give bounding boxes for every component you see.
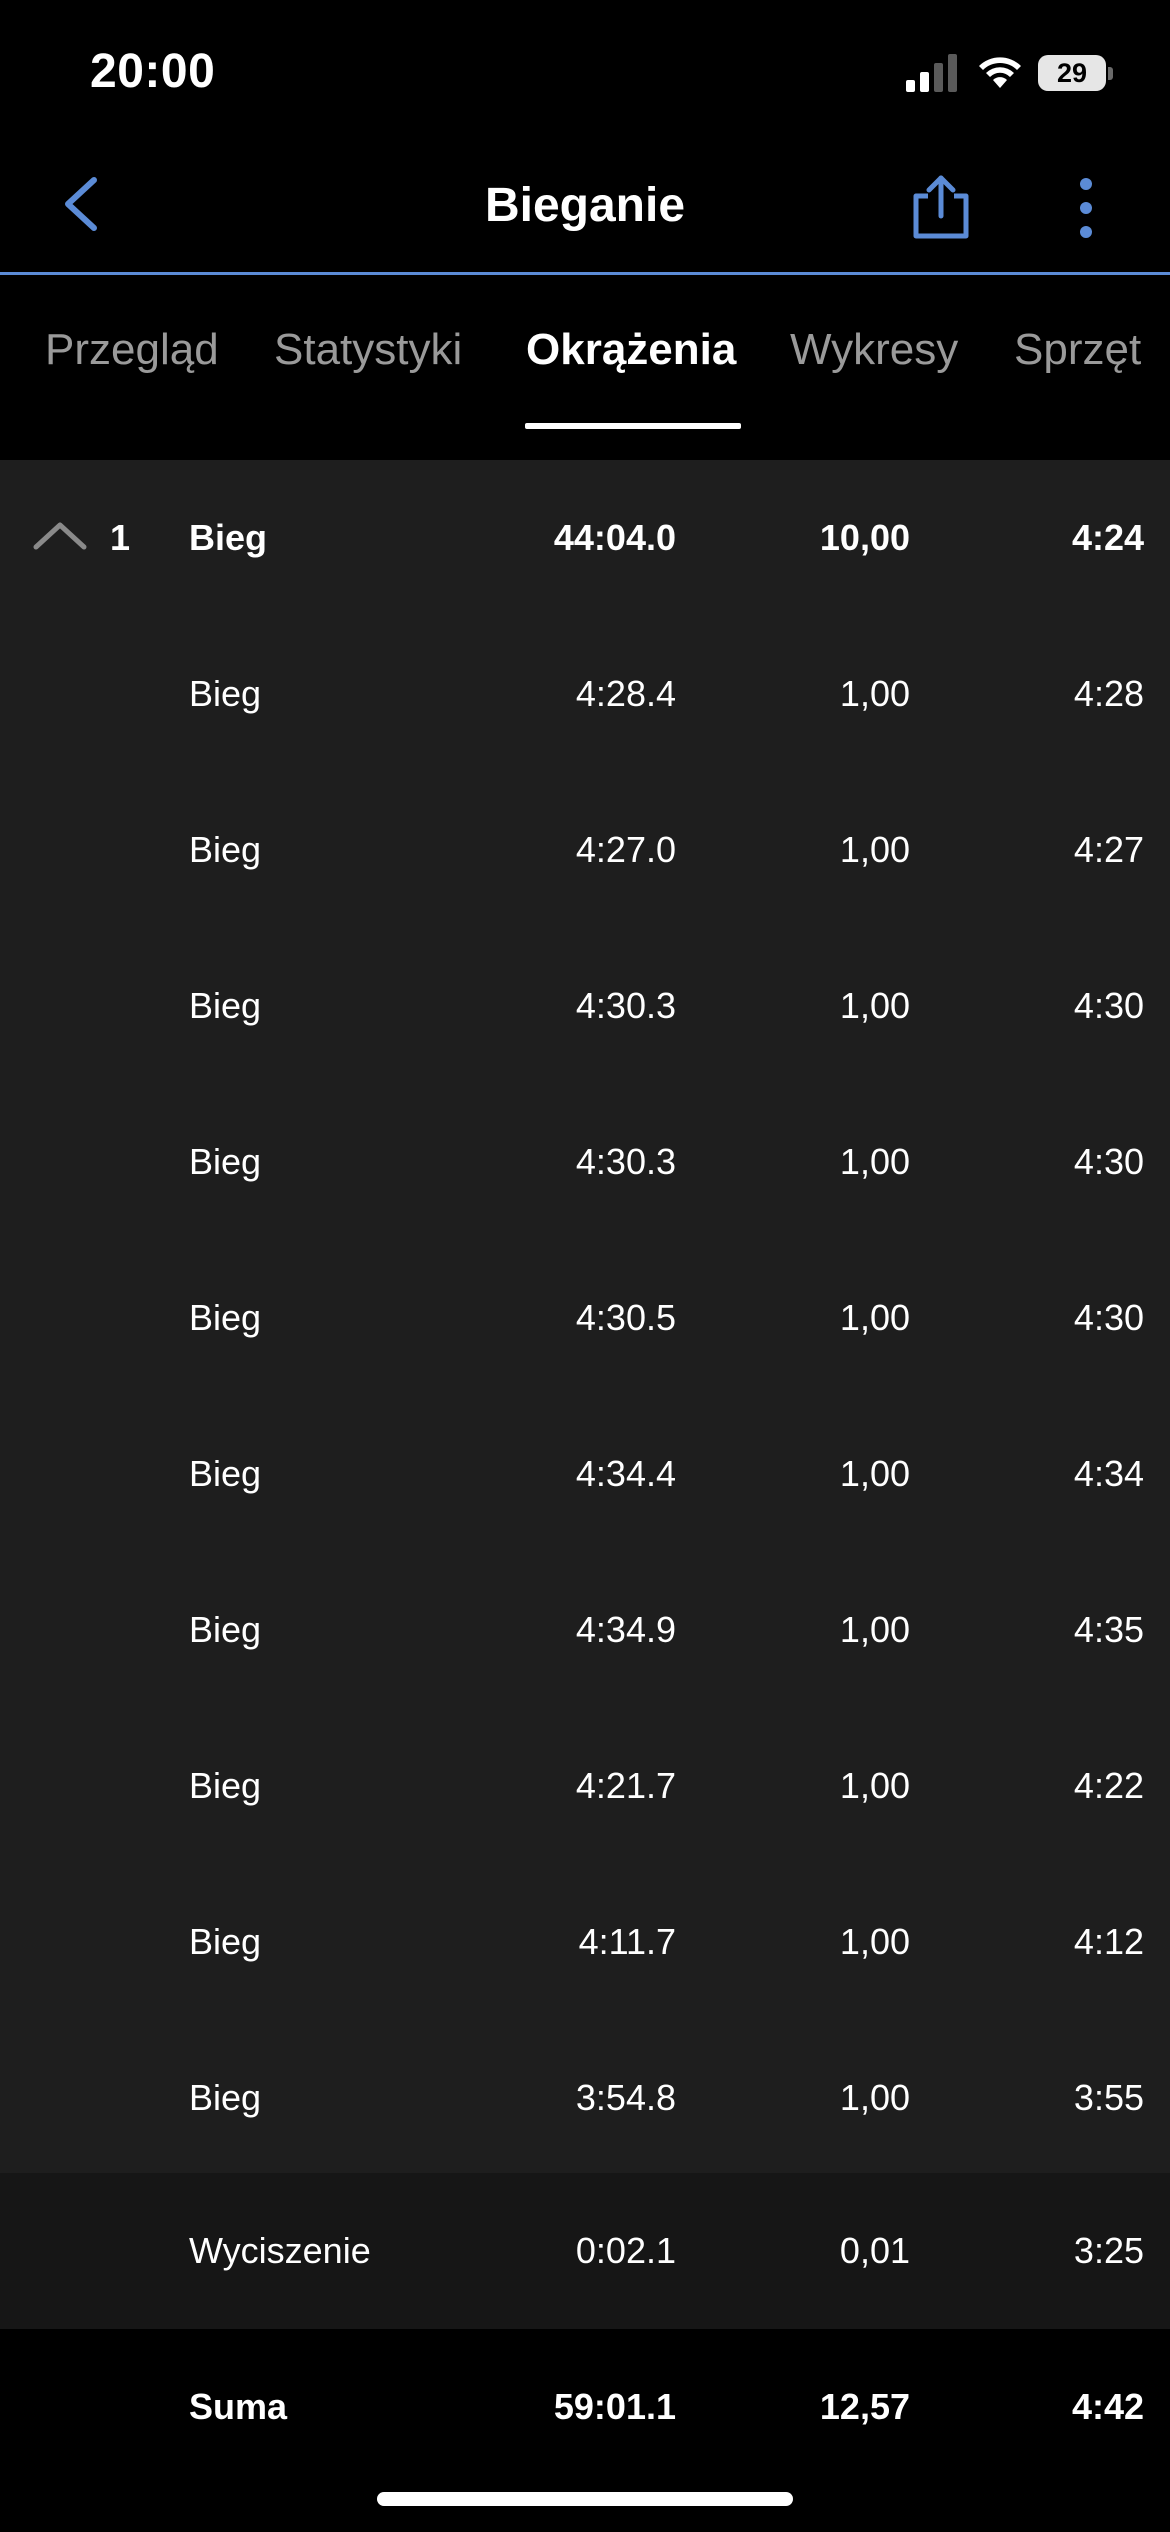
lap-time: 4:27.0	[575, 829, 676, 870]
lap-row[interactable]: Bieg 4:30.3 1,00 4:30	[0, 928, 1170, 1084]
status-bar: 20:00 29	[0, 0, 1170, 140]
lap-distance: 1,00	[839, 985, 910, 1026]
chevron-up-icon[interactable]	[30, 515, 90, 555]
lap-distance: 1,00	[839, 673, 910, 714]
header: Bieganie	[0, 140, 1170, 274]
lap-name: Bieg	[189, 1297, 262, 1338]
lap-pace: 4:22	[1073, 1765, 1144, 1806]
cooldown-time: 0:02.1	[575, 2230, 676, 2271]
more-options-icon[interactable]	[1060, 176, 1112, 240]
lap-name: Bieg	[189, 829, 262, 870]
tab-okrazenia[interactable]: Okrążenia	[526, 325, 736, 375]
lap-row[interactable]: Bieg 4:30.5 1,00 4:30	[0, 1240, 1170, 1396]
tab-statystyki[interactable]: Statystyki	[274, 325, 462, 375]
lap-name: Bieg	[189, 1765, 262, 1806]
lap-group-number: 1	[110, 517, 131, 558]
lap-row[interactable]: Bieg 4:27.0 1,00 4:27	[0, 772, 1170, 928]
cellular-signal-icon	[906, 54, 957, 92]
lap-distance: 1,00	[839, 2077, 910, 2118]
lap-name: Bieg	[189, 1921, 262, 1962]
active-tab-indicator	[525, 423, 741, 429]
tab-bar: Przegląd Statystyki Okrążenia Wykresy Sp…	[0, 275, 1170, 430]
lap-row[interactable]: Bieg 4:11.7 1,00 4:12	[0, 1864, 1170, 2020]
lap-row[interactable]: Bieg 4:34.4 1,00 4:34	[0, 1396, 1170, 1552]
lap-pace: 4:30	[1073, 985, 1144, 1026]
lap-name: Bieg	[189, 673, 262, 714]
lap-pace: 3:55	[1073, 2077, 1144, 2118]
lap-time: 4:34.9	[575, 1609, 676, 1650]
cooldown-name: Wyciszenie	[189, 2230, 371, 2271]
lap-distance: 1,00	[839, 829, 910, 870]
lap-row[interactable]: Bieg 4:34.9 1,00 4:35	[0, 1552, 1170, 1708]
lap-name: Bieg	[189, 1609, 262, 1650]
cooldown-distance: 0,01	[839, 2230, 910, 2271]
lap-pace: 4:12	[1073, 1921, 1144, 1962]
page-title: Bieganie	[484, 179, 686, 232]
cooldown-pace: 3:25	[1073, 2230, 1144, 2271]
cooldown-row[interactable]: Wyciszenie 0:02.1 0,01 3:25	[0, 2173, 1170, 2329]
lap-name: Bieg	[189, 1453, 262, 1494]
lap-pace: 4:30	[1073, 1297, 1144, 1338]
lap-distance: 1,00	[839, 1453, 910, 1494]
lap-time: 4:11.7	[578, 1921, 676, 1962]
wifi-icon	[979, 57, 1021, 88]
total-distance: 12,57	[819, 2386, 910, 2427]
lap-pace: 4:28	[1073, 673, 1144, 714]
lap-pace: 4:35	[1073, 1609, 1144, 1650]
lap-pace: 4:34	[1073, 1453, 1144, 1494]
lap-name: Bieg	[189, 2077, 262, 2118]
lap-group-distance: 10,00	[819, 517, 910, 558]
share-icon[interactable]	[906, 172, 976, 242]
lap-name: Bieg	[189, 1141, 262, 1182]
lap-time: 4:30.3	[575, 985, 676, 1026]
tab-przeglad[interactable]: Przegląd	[45, 325, 219, 375]
lap-distance: 1,00	[839, 1921, 910, 1962]
lap-row[interactable]: Bieg 3:54.8 1,00 3:55	[0, 2020, 1170, 2176]
lap-row[interactable]: Bieg 4:28.4 1,00 4:28	[0, 616, 1170, 772]
total-time: 59:01.1	[553, 2386, 676, 2427]
lap-name: Bieg	[189, 985, 262, 1026]
tab-sprzet[interactable]: Sprzęt	[1014, 325, 1141, 375]
lap-distance: 1,00	[839, 1141, 910, 1182]
battery-icon: 29	[1038, 55, 1113, 91]
lap-pace: 4:30	[1073, 1141, 1144, 1182]
total-pace: 4:42	[1071, 2386, 1144, 2427]
home-indicator[interactable]	[377, 2492, 793, 2506]
lap-distance: 1,00	[839, 1297, 910, 1338]
status-time: 20:00	[90, 45, 216, 98]
lap-distance: 1,00	[839, 1765, 910, 1806]
lap-time: 4:30.3	[575, 1141, 676, 1182]
lap-time: 4:34.4	[575, 1453, 676, 1494]
lap-group-time: 44:04.0	[553, 517, 676, 558]
total-label: Suma	[189, 2386, 288, 2427]
battery-level: 29	[1056, 57, 1088, 88]
lap-group-name: Bieg	[189, 517, 268, 558]
lap-pace: 4:27	[1073, 829, 1144, 870]
lap-row[interactable]: Bieg 4:30.3 1,00 4:30	[0, 1084, 1170, 1240]
lap-time: 4:30.5	[575, 1297, 676, 1338]
lap-time: 4:28.4	[575, 673, 676, 714]
laps-list: 1 Bieg 44:04.0 10,00 4:24 Bieg 4:28.4 1,…	[0, 460, 1170, 2173]
total-row: Suma 59:01.1 12,57 4:42	[0, 2329, 1170, 2485]
lap-group-row[interactable]: 1 Bieg 44:04.0 10,00 4:24	[0, 460, 1170, 616]
lap-distance: 1,00	[839, 1609, 910, 1650]
lap-time: 4:21.7	[575, 1765, 676, 1806]
lap-row[interactable]: Bieg 4:21.7 1,00 4:22	[0, 1708, 1170, 1864]
lap-time: 3:54.8	[575, 2077, 676, 2118]
tab-wykresy[interactable]: Wykresy	[790, 325, 958, 375]
lap-group-pace: 4:24	[1071, 517, 1144, 558]
